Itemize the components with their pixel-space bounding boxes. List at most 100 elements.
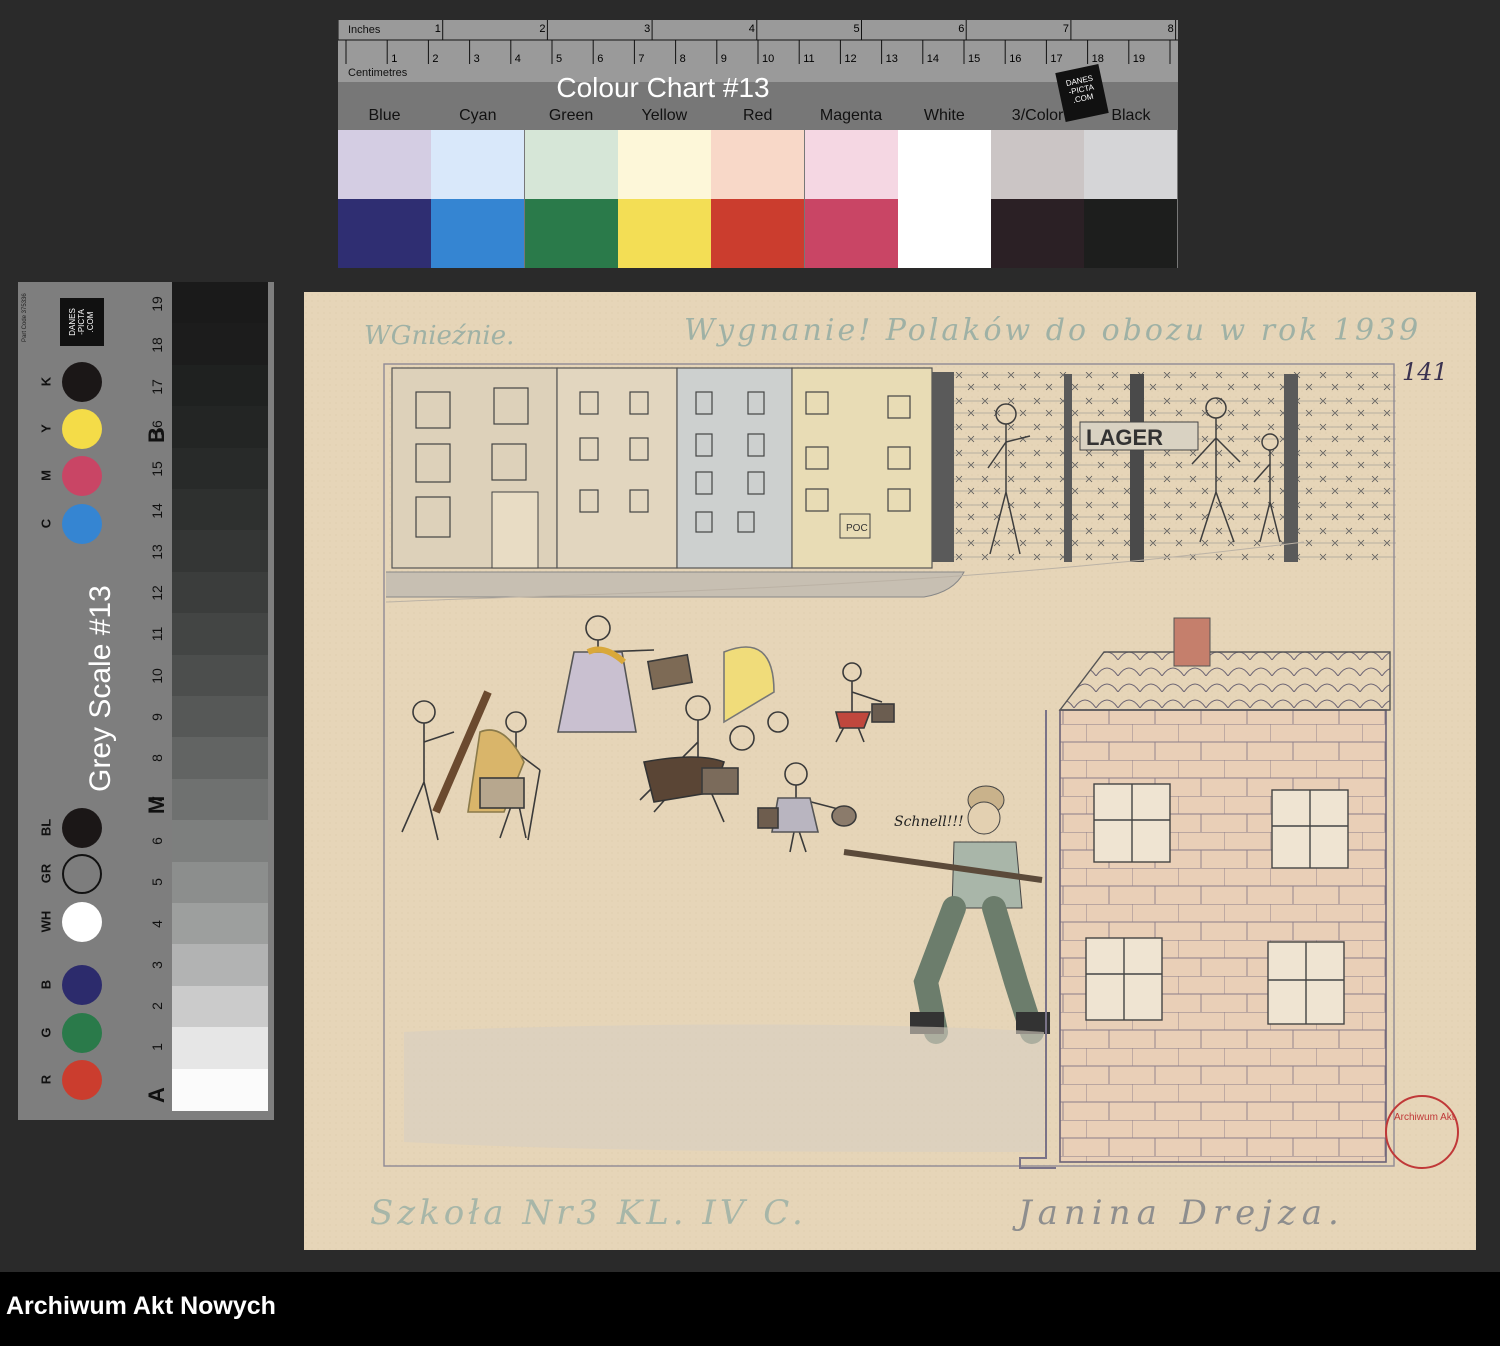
ruler-cm-label: Centimetres (348, 67, 408, 79)
patch-code: BL (38, 818, 54, 837)
grey-patch (172, 944, 268, 987)
swatch-light (804, 130, 898, 199)
ruler-cm-number: 6 (597, 53, 603, 65)
grey-patch (172, 737, 268, 780)
swatch-dark (524, 199, 618, 268)
house-wall (1059, 709, 1387, 1163)
step-number: 19 (149, 296, 165, 312)
ruler-cm-number: 15 (968, 53, 980, 65)
ruler-inch-number: 6 (958, 23, 964, 35)
swatch-label: Blue (368, 107, 401, 124)
building (676, 367, 793, 569)
ruler-cm-number: 13 (886, 53, 898, 65)
colour-patch-bl (62, 808, 102, 848)
swatch-light (1084, 130, 1178, 199)
swatch-light (617, 130, 711, 199)
step-number: 13 (149, 544, 165, 560)
part-code: Part Code 375336 (22, 293, 28, 342)
pavement (386, 571, 965, 598)
caption-left: WGnieźnie. (364, 321, 514, 351)
ruler-cm-number: 4 (515, 53, 521, 65)
ruler-cm-number: 3 (474, 53, 480, 65)
swatch-label: 3/Color (1011, 107, 1064, 124)
swatch-light (991, 130, 1085, 199)
ruler-cm-number: 5 (556, 53, 562, 65)
ruler-cm-number: 17 (1050, 53, 1062, 65)
patch-code: WH (38, 910, 54, 933)
step-number: 4 (149, 919, 165, 928)
ruler-cm-number: 9 (721, 53, 727, 65)
grey-patch (172, 1068, 268, 1111)
grey-patch (172, 489, 268, 531)
patch-code: G (38, 1027, 54, 1038)
doorway (491, 491, 539, 569)
ruler-inch-number: 1 (435, 23, 441, 35)
colour-patch-g (62, 1013, 102, 1053)
step-letter: M (144, 795, 169, 815)
ruler-cm-number: 12 (844, 53, 856, 65)
step-letter: A (144, 1087, 169, 1103)
shop-sign: POC (846, 523, 868, 534)
grey-patch (172, 613, 268, 656)
step-number: 8 (149, 754, 165, 763)
step-number: 1 (149, 1043, 165, 1052)
patch-code: GR (38, 863, 54, 884)
colour-patch-k (62, 362, 102, 402)
swatch-dark (617, 199, 711, 268)
suitcase (479, 777, 525, 809)
swatch-light (711, 130, 805, 199)
ruler-cm-number: 1 (391, 53, 397, 65)
ruler-cm-number: 11 (803, 53, 814, 65)
roof (1058, 651, 1391, 711)
grey-patch (172, 696, 268, 738)
grey-patch (172, 323, 268, 366)
grey-patch (172, 820, 268, 863)
barbed-wire (934, 372, 1396, 562)
grey-patch (172, 406, 268, 449)
step-number: 6 (149, 837, 165, 845)
ruler-cm-number: 10 (762, 53, 774, 65)
ruler-inch-number: 2 (539, 23, 545, 35)
swatch-dark (431, 199, 525, 268)
step-number: 10 (149, 667, 165, 684)
swatch-light (431, 130, 525, 199)
chimney (1173, 617, 1211, 667)
swatch-label: White (923, 107, 965, 124)
ruler-inch-number: 7 (1063, 23, 1069, 35)
grey-patch (172, 1027, 268, 1070)
bag (831, 805, 857, 827)
step-number: 3 (149, 960, 165, 969)
brick-house (1019, 617, 1391, 1169)
colour-chart-title: Colour Chart #13 (556, 72, 770, 103)
step-number: 17 (149, 378, 165, 395)
archive-name: Archiwum Akt Nowych (6, 1292, 276, 1320)
ruler-cm-number: 14 (927, 53, 939, 65)
grey-scale-card: Part Code 375336 DANES -PICTA .COM Grey … (18, 282, 274, 1120)
drawing-sheet: WGnieźnie. Wygnanie! Polaków do obozu w … (304, 292, 1476, 1250)
step-number: 2 (149, 1002, 165, 1010)
fence-post (1064, 374, 1072, 562)
swatch-light (897, 130, 991, 199)
camp-fence: LAGER (932, 372, 1396, 562)
grey-scale-title: Grey Scale #13 (84, 585, 117, 792)
shorts (834, 711, 872, 729)
school-label: Szkoła Nr3 KL. IV C. (370, 1193, 807, 1233)
building (556, 367, 678, 569)
grey-patch (172, 903, 268, 945)
step-number: 5 (149, 878, 165, 887)
grey-patch (172, 861, 268, 904)
patch-code: R (38, 1074, 54, 1085)
grey-patch (172, 364, 268, 407)
lager-sign: LAGER (1086, 425, 1163, 450)
road-shading (404, 1024, 1044, 1152)
swatch-label: Magenta (819, 107, 883, 124)
danes-picta-logo: DANES -PICTA .COM (60, 298, 104, 346)
suitcase (701, 767, 739, 795)
colour-patch-gr (62, 854, 102, 894)
step-number: 14 (149, 502, 165, 519)
dress (771, 797, 820, 833)
archive-number: 141 (1402, 358, 1448, 386)
logo-line: .COM (86, 311, 95, 333)
grey-patch (172, 530, 268, 573)
grey-patch (172, 985, 268, 1028)
